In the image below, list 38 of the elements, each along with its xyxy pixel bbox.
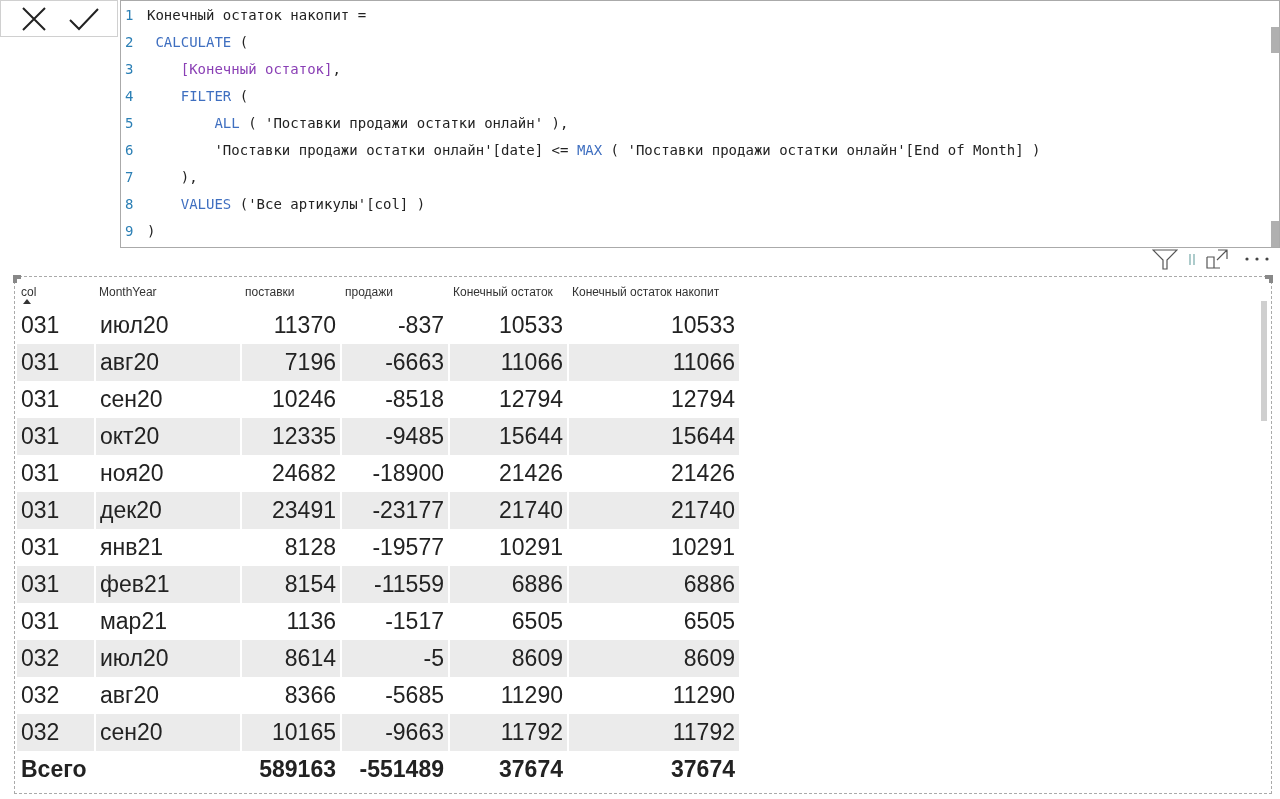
column-header[interactable]: Конечный остаток <box>453 285 553 299</box>
focus-mode-icon[interactable] <box>1206 249 1228 269</box>
line-number: 1 <box>124 6 135 25</box>
line-number: 4 <box>124 87 135 106</box>
code-line: ALL ( 'Поставки продажи остатки онлайн' ), <box>213 114 569 133</box>
filter-icon[interactable] <box>1152 248 1178 270</box>
column-header[interactable]: Конечный остаток накопит <box>572 285 720 299</box>
more-options-icon[interactable] <box>1244 256 1270 262</box>
code-line: ), <box>179 168 198 187</box>
column-header[interactable]: продажи <box>345 285 393 299</box>
code-line: [Конечный остаток], <box>179 60 341 79</box>
column-header[interactable]: col <box>21 285 37 299</box>
close-icon <box>21 5 47 32</box>
code-line: 'Поставки продажи остатки онлайн'[date] <= MAX ( 'Поставки продажи остатки онлайн'[End of Month] ) <box>213 141 1041 160</box>
line-number: 7 <box>124 168 135 187</box>
total-cell: 589163 <box>241 751 341 788</box>
line-number: 5 <box>124 114 135 133</box>
line-number: 3 <box>124 60 135 79</box>
table-visual[interactable] <box>14 276 1272 794</box>
resize-handle[interactable] <box>1265 275 1273 283</box>
resize-handle[interactable] <box>13 275 21 283</box>
line-number: 6 <box>124 141 135 160</box>
code-line: Конечный остаток накопит = <box>147 6 367 25</box>
code-line: VALUES ('Все артикулы'[col] ) <box>179 195 426 214</box>
column-header[interactable]: MonthYear <box>99 285 157 299</box>
scrollbar[interactable] <box>1261 301 1267 421</box>
code-line: ) <box>147 222 156 241</box>
total-cell: 37674 <box>568 751 740 788</box>
checkmark-icon <box>69 6 99 31</box>
line-number: 8 <box>124 195 135 214</box>
column-header[interactable]: поставки <box>245 285 295 299</box>
line-number: 9 <box>124 222 135 241</box>
code-line: CALCULATE ( <box>154 33 249 52</box>
total-cell: 37674 <box>449 751 568 788</box>
total-cell: -551489 <box>341 751 449 788</box>
line-number: 2 <box>124 33 135 52</box>
total-label: Всего <box>17 751 95 788</box>
code-line: FILTER ( <box>179 87 249 106</box>
